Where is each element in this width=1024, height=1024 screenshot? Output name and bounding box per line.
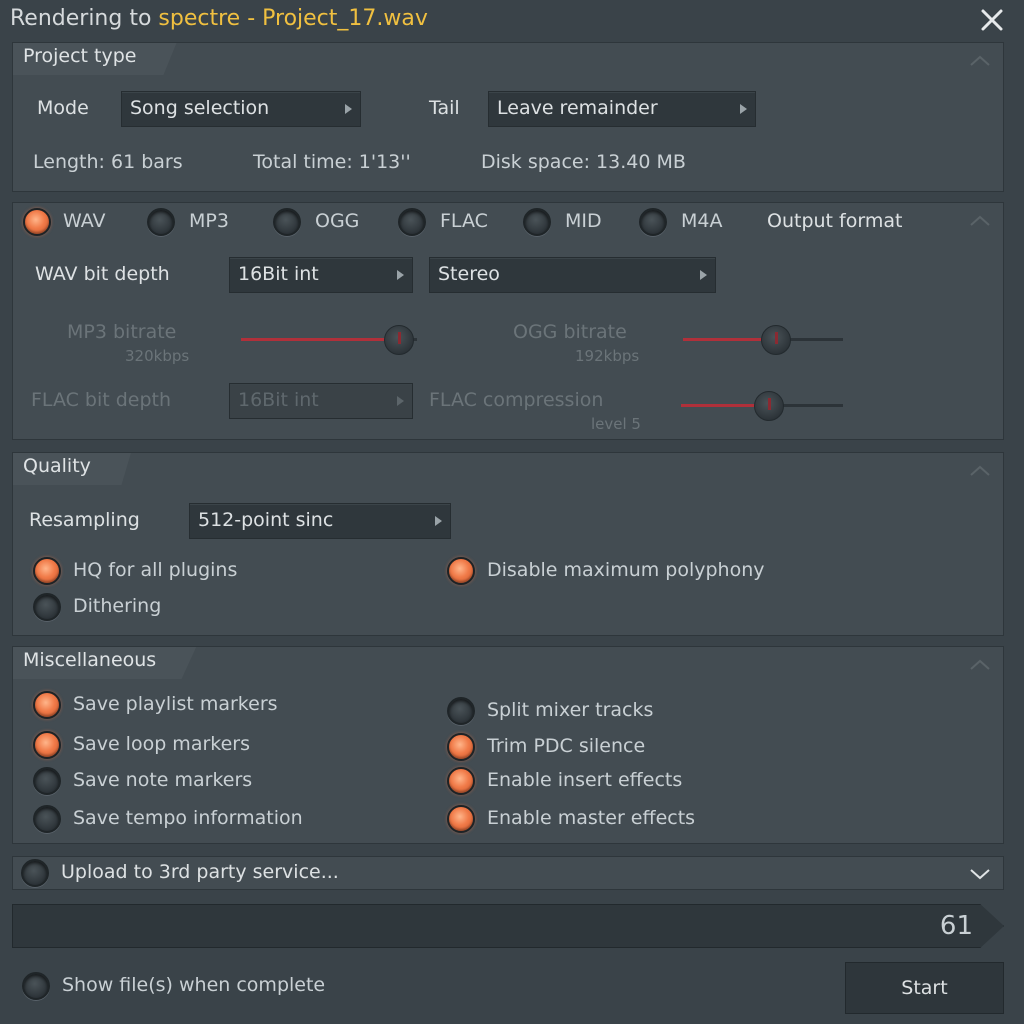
mp3-bitrate-slider[interactable] — [241, 325, 417, 355]
save-loop-markers-label: Save loop markers — [73, 733, 250, 755]
wav-bit-depth-label: WAV bit depth — [35, 263, 170, 285]
format-label-wav: WAV — [63, 210, 106, 232]
project-type-header[interactable]: Project type — [13, 43, 177, 75]
format-label-m4a: M4A — [681, 210, 723, 232]
slider-knob[interactable] — [761, 325, 791, 355]
flac-compression-value: level 5 — [591, 415, 641, 433]
format-radio-ogg[interactable] — [273, 208, 301, 236]
tail-label: Tail — [429, 97, 460, 119]
hq-plugins-toggle[interactable] — [33, 557, 61, 585]
arrow-right-icon — [435, 516, 442, 526]
flac-compression-label: FLAC compression — [429, 389, 604, 411]
save-loop-markers-toggle[interactable] — [33, 731, 61, 759]
upload-toggle[interactable] — [21, 859, 49, 887]
close-icon[interactable] — [978, 6, 1006, 34]
resampling-select[interactable]: 512-point sinc — [189, 503, 451, 539]
miscellaneous-panel: Miscellaneous Save playlist markers Save… — [12, 646, 1004, 844]
format-radio-wav[interactable] — [23, 208, 51, 236]
mode-select[interactable]: Song selection — [121, 91, 361, 127]
ogg-bitrate-value: 192kbps — [575, 347, 640, 365]
split-mixer-label: Split mixer tracks — [487, 699, 654, 721]
split-mixer-toggle[interactable] — [447, 697, 475, 725]
format-radio-m4a[interactable] — [639, 208, 667, 236]
dithering-label: Dithering — [73, 595, 162, 617]
chevron-down-icon[interactable] — [969, 867, 991, 881]
window-title: Rendering to spectre - Project_17.wav — [10, 6, 428, 31]
wav-bit-depth-select[interactable]: 16Bit int — [229, 257, 413, 293]
output-format-panel: WAV MP3 OGG FLAC MID M4A Output format W… — [12, 202, 1004, 440]
ogg-bitrate-label: OGG bitrate — [513, 321, 627, 343]
channels-select[interactable]: Stereo — [429, 257, 716, 293]
format-label-mid: MID — [565, 210, 602, 232]
slider-knob[interactable] — [384, 325, 414, 355]
trim-pdc-label: Trim PDC silence — [487, 735, 646, 757]
format-radio-mid[interactable] — [523, 208, 551, 236]
slider-fill — [241, 338, 399, 341]
save-playlist-markers-toggle[interactable] — [33, 691, 61, 719]
total-time-text: Total time: 1'13'' — [253, 151, 411, 173]
quality-panel: Quality Resampling 512-point sinc HQ for… — [12, 452, 1004, 636]
dithering-toggle[interactable] — [33, 593, 61, 621]
disable-polyphony-label: Disable maximum polyphony — [487, 559, 765, 581]
arrow-right-icon — [397, 396, 404, 406]
tail-select[interactable]: Leave remainder — [488, 91, 756, 127]
render-progress-bar: 61 — [12, 904, 1004, 948]
format-label-ogg: OGG — [315, 210, 360, 232]
disk-space-text: Disk space: 13.40 MB — [481, 151, 686, 173]
flac-bit-depth-label: FLAC bit depth — [31, 389, 172, 411]
trim-pdc-toggle[interactable] — [447, 733, 475, 761]
mode-value: Song selection — [130, 97, 270, 119]
arrow-right-icon — [345, 104, 352, 114]
title-prefix: Rendering to — [10, 6, 159, 31]
mode-label: Mode — [37, 97, 89, 119]
arrow-right-icon — [740, 104, 747, 114]
title-project: spectre - Project_17.wav — [158, 6, 428, 31]
project-type-panel: Project type Mode Song selection Tail Le… — [12, 42, 1004, 192]
arrow-right-icon — [700, 270, 707, 280]
upload-panel[interactable]: Upload to 3rd party service... — [12, 856, 1004, 890]
slider-knob[interactable] — [754, 391, 784, 421]
mp3-bitrate-value: 320kbps — [125, 347, 190, 365]
collapse-up-icon[interactable] — [969, 657, 991, 671]
flac-bit-depth-value: 16Bit int — [238, 389, 319, 411]
wav-bit-depth-value: 16Bit int — [238, 263, 319, 285]
show-files-toggle[interactable] — [22, 972, 50, 1000]
show-files-label: Show file(s) when complete — [62, 974, 326, 996]
save-note-markers-label: Save note markers — [73, 769, 253, 791]
resampling-value: 512-point sinc — [198, 509, 334, 531]
save-tempo-toggle[interactable] — [33, 805, 61, 833]
collapse-up-icon[interactable] — [969, 53, 991, 67]
resampling-label: Resampling — [29, 509, 140, 531]
collapse-up-icon[interactable] — [969, 463, 991, 477]
output-format-header: Output format — [767, 210, 903, 232]
master-effects-toggle[interactable] — [447, 805, 475, 833]
arrow-right-icon — [397, 270, 404, 280]
flac-compression-slider[interactable] — [681, 391, 843, 421]
length-text: Length: 61 bars — [33, 151, 183, 173]
tail-value: Leave remainder — [497, 97, 658, 119]
start-button[interactable]: Start — [845, 962, 1004, 1014]
hq-plugins-label: HQ for all plugins — [73, 559, 238, 581]
format-label-flac: FLAC — [440, 210, 488, 232]
save-playlist-markers-label: Save playlist markers — [73, 693, 278, 715]
title-bar: Rendering to spectre - Project_17.wav — [0, 0, 1024, 40]
insert-effects-toggle[interactable] — [447, 767, 475, 795]
insert-effects-label: Enable insert effects — [487, 769, 683, 791]
ogg-bitrate-slider[interactable] — [683, 325, 843, 355]
save-note-markers-toggle[interactable] — [33, 767, 61, 795]
mp3-bitrate-label: MP3 bitrate — [67, 321, 177, 343]
format-radio-flac[interactable] — [398, 208, 426, 236]
channels-value: Stereo — [438, 263, 500, 285]
quality-header[interactable]: Quality — [13, 453, 131, 485]
disable-polyphony-toggle[interactable] — [447, 557, 475, 585]
master-effects-label: Enable master effects — [487, 807, 696, 829]
flac-bit-depth-select[interactable]: 16Bit int — [229, 383, 413, 419]
collapse-up-icon[interactable] — [969, 213, 991, 227]
progress-value: 61 — [939, 911, 973, 941]
format-label-mp3: MP3 — [189, 210, 229, 232]
miscellaneous-header[interactable]: Miscellaneous — [13, 647, 197, 679]
upload-label: Upload to 3rd party service... — [61, 861, 339, 883]
save-tempo-label: Save tempo information — [73, 807, 303, 829]
format-radio-mp3[interactable] — [147, 208, 175, 236]
